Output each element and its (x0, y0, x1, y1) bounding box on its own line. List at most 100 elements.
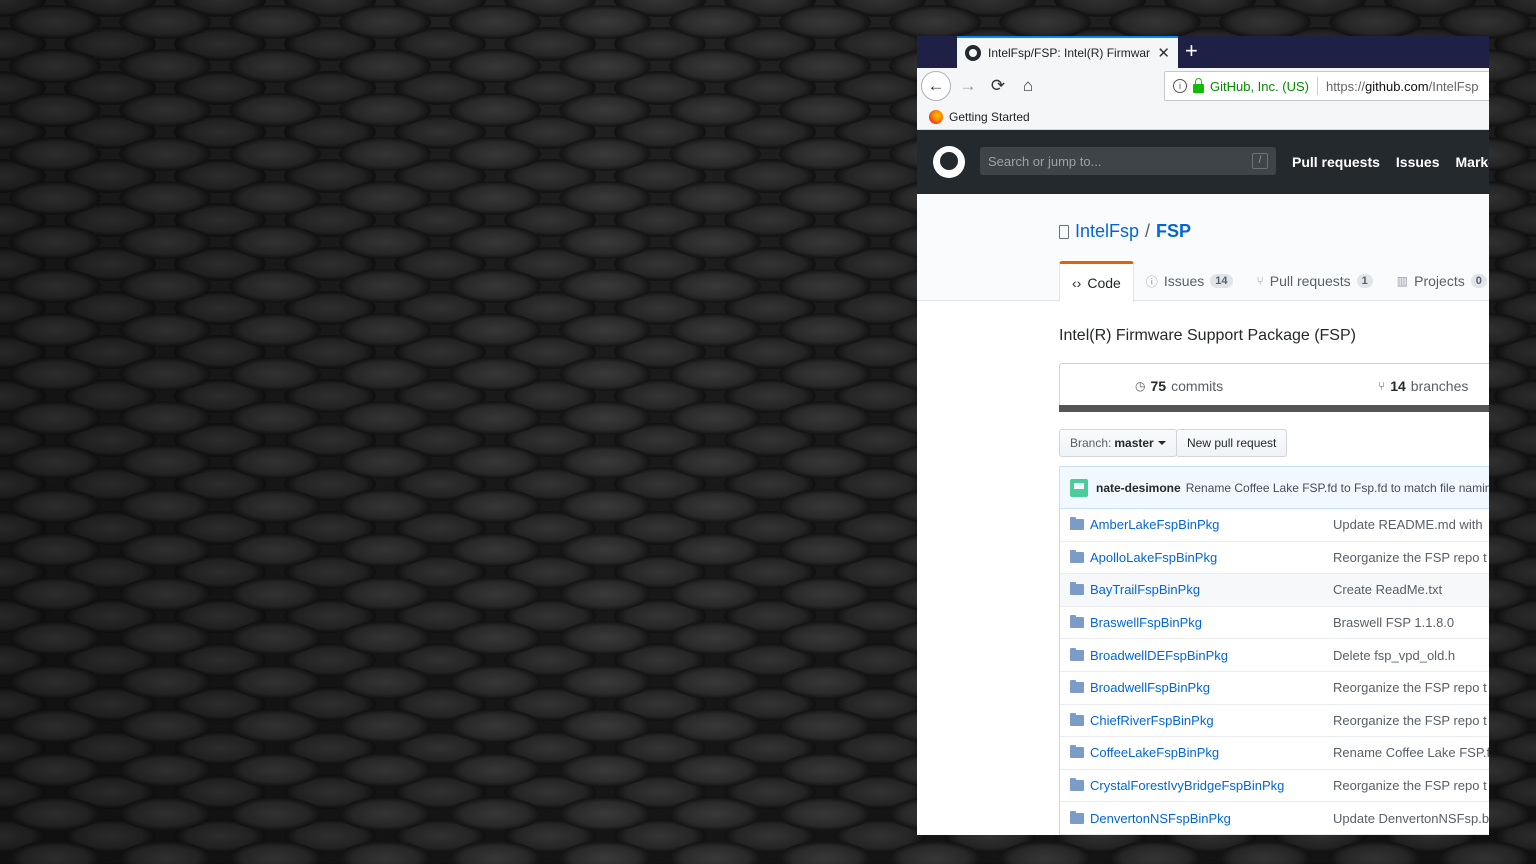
numbers-summary: ◷ 75 commits ⑂ 14 branches (1059, 363, 1489, 411)
list-item: ChiefRiverFspBinPkg Reorganize the FSP re… (1060, 705, 1489, 738)
browser-window: IntelFsp/FSP: Intel(R) Firmware Support … (917, 36, 1489, 835)
issues-count: 14 (1210, 274, 1233, 288)
list-item: BroadwellFspBinPkg Reorganize the FSP rep… (1060, 672, 1489, 705)
list-item: CrystalForestIvyBridgeFspBinPkg Reorganiz… (1060, 770, 1489, 803)
folder-icon (1070, 680, 1084, 694)
folder-icon (1070, 745, 1084, 759)
nav-pull-requests[interactable]: Pull requests (1292, 154, 1380, 170)
branch-select[interactable]: Branch: master (1059, 429, 1177, 457)
code-icon: ‹› (1072, 275, 1082, 291)
navigation-toolbar: ← → ⟳ ⌂ i GitHub, Inc. (US) https://gith… (917, 68, 1489, 104)
file-link[interactable]: DenvertonNSFspBinPkg (1090, 811, 1333, 826)
repo-header: IntelFsp / FSP ‹› Code ⓘ Issues 14 ⑂ Pul… (917, 194, 1489, 302)
tab-pull-requests[interactable]: ⑂ Pull requests 1 (1245, 261, 1385, 301)
site-identity: GitHub, Inc. (US) (1210, 78, 1309, 94)
list-item: BroadwellDEFspBinPkg Delete fsp_vpd_old.h (1060, 639, 1489, 672)
forward-button[interactable]: → (953, 71, 983, 101)
repo-owner-link[interactable]: IntelFsp (1075, 221, 1139, 242)
bookmarks-bar: Getting Started (917, 104, 1489, 130)
address-bar[interactable]: i GitHub, Inc. (US) https://github.com/I… (1164, 71, 1489, 101)
pull-requests-count: 1 (1356, 274, 1373, 288)
file-link[interactable]: ApolloLakeFspBinPkg (1090, 550, 1333, 565)
folder-icon (1070, 582, 1084, 596)
tab-issues[interactable]: ⓘ Issues 14 (1134, 261, 1245, 301)
commit-message-link[interactable]: Reorganize the FSP repo t (1333, 778, 1487, 793)
github-favicon-icon (965, 45, 981, 61)
header-nav: Pull requests Issues Marketplace (1292, 130, 1489, 194)
firefox-icon (929, 109, 943, 124)
repo-description: Intel(R) Firmware Support Package (FSP) (1059, 327, 1356, 344)
history-icon: ◷ (1135, 379, 1146, 393)
list-item: BraswellFspBinPkg Braswell FSP 1.1.8.0 (1060, 607, 1489, 640)
branches-link[interactable]: ⑂ 14 branches (1378, 378, 1468, 394)
bookmark-getting-started[interactable]: Getting Started (949, 110, 1030, 124)
new-pull-request-button[interactable]: New pull request (1176, 429, 1288, 457)
browser-tab[interactable]: IntelFsp/FSP: Intel(R) Firmware Support … (957, 36, 1178, 68)
file-link[interactable]: BayTrailFspBinPkg (1090, 582, 1333, 597)
file-link[interactable]: BraswellFspBinPkg (1090, 615, 1333, 630)
search-input[interactable]: Search or jump to... / (980, 147, 1276, 175)
home-button[interactable]: ⌂ (1013, 71, 1043, 101)
projects-count: 0 (1470, 274, 1487, 288)
commit-author[interactable]: nate-desimone (1096, 481, 1181, 495)
github-header: Search or jump to... / Pull requests Iss… (917, 130, 1489, 194)
file-link[interactable]: CoffeeLakeFspBinPkg (1090, 745, 1333, 760)
new-tab-button[interactable]: + (1185, 39, 1198, 63)
caret-down-icon (1157, 441, 1166, 445)
commit-message-link[interactable]: Create ReadMe.txt (1333, 582, 1442, 597)
lock-icon (1193, 77, 1204, 93)
list-item: AmberLakeFspBinPkg Update README.md with (1060, 509, 1489, 542)
close-tab-icon[interactable]: ✕ (1157, 44, 1170, 62)
folder-icon (1070, 647, 1084, 661)
commits-link[interactable]: ◷ 75 commits (1135, 378, 1223, 394)
project-icon: ▥ (1396, 274, 1409, 288)
tab-projects[interactable]: ▥ Projects 0 (1385, 261, 1489, 301)
file-link[interactable]: ChiefRiverFspBinPkg (1090, 713, 1333, 728)
branch-icon: ⑂ (1378, 379, 1386, 393)
file-link[interactable]: AmberLakeFspBinPkg (1090, 517, 1333, 532)
folder-icon (1070, 549, 1084, 563)
nav-issues[interactable]: Issues (1396, 154, 1440, 170)
commit-message-link[interactable]: Delete fsp_vpd_old.h (1333, 648, 1455, 663)
commit-message-link[interactable]: Reorganize the FSP repo t (1333, 680, 1487, 695)
commit-message-link[interactable]: Update DenvertonNSFsp.b (1333, 811, 1489, 826)
commit-message-link[interactable]: Braswell FSP 1.1.8.0 (1333, 615, 1454, 630)
github-logo-icon[interactable] (933, 146, 965, 178)
reload-button[interactable]: ⟳ (983, 71, 1013, 101)
repo-name-link[interactable]: FSP (1156, 221, 1191, 242)
pull-request-icon: ⑂ (1256, 274, 1264, 288)
avatar[interactable] (1070, 478, 1088, 497)
repo-title: IntelFsp / FSP (1059, 221, 1191, 242)
file-list: AmberLakeFspBinPkg Update README.md with … (1059, 509, 1489, 835)
repo-icon (1059, 224, 1069, 239)
folder-icon (1070, 712, 1084, 726)
list-item: DenvertonNSFspBinPkg Update DenvertonNSFs… (1060, 802, 1489, 835)
folder-icon (1070, 778, 1084, 792)
commit-message-link[interactable]: Update README.md with (1333, 517, 1483, 532)
commit-message-link[interactable]: Reorganize the FSP repo t (1333, 550, 1487, 565)
latest-commit-bar: nate-desimone Rename Coffee Lake FSP.fd … (1059, 466, 1489, 509)
list-item: BayTrailFspBinPkg Create ReadMe.txt (1060, 574, 1489, 607)
file-link[interactable]: BroadwellFspBinPkg (1090, 680, 1333, 695)
search-shortcut-hint: / (1252, 153, 1268, 169)
commit-message-link[interactable]: Rename Coffee Lake FSP.fd (1333, 745, 1489, 760)
list-item: ApolloLakeFspBinPkg Reorganize the FSP re… (1060, 542, 1489, 575)
url-text: https://github.com/IntelFsp (1325, 78, 1479, 94)
tab-strip: IntelFsp/FSP: Intel(R) Firmware Support … (917, 36, 1489, 68)
folder-icon (1070, 810, 1084, 824)
file-link[interactable]: CrystalForestIvyBridgeFspBinPkg (1090, 778, 1333, 793)
folder-icon (1070, 615, 1084, 629)
repo-nav: ‹› Code ⓘ Issues 14 ⑂ Pull requests 1 ▥ … (1059, 261, 1489, 302)
commit-message-link[interactable]: Reorganize the FSP repo t (1333, 713, 1487, 728)
list-item: CoffeeLakeFspBinPkg Rename Coffee Lake FS… (1060, 737, 1489, 770)
issue-icon: ⓘ (1145, 274, 1158, 289)
info-icon[interactable]: i (1173, 79, 1187, 93)
folder-icon (1070, 517, 1084, 531)
commit-message[interactable]: Rename Coffee Lake FSP.fd to Fsp.fd to m… (1186, 481, 1489, 495)
tab-code[interactable]: ‹› Code (1059, 261, 1134, 302)
nav-marketplace[interactable]: Marketplace (1456, 154, 1489, 170)
file-link[interactable]: BroadwellDEFspBinPkg (1090, 648, 1333, 663)
tab-title: IntelFsp/FSP: Intel(R) Firmware Support … (988, 46, 1151, 60)
back-button[interactable]: ← (921, 71, 951, 101)
language-bar[interactable] (1059, 405, 1489, 412)
